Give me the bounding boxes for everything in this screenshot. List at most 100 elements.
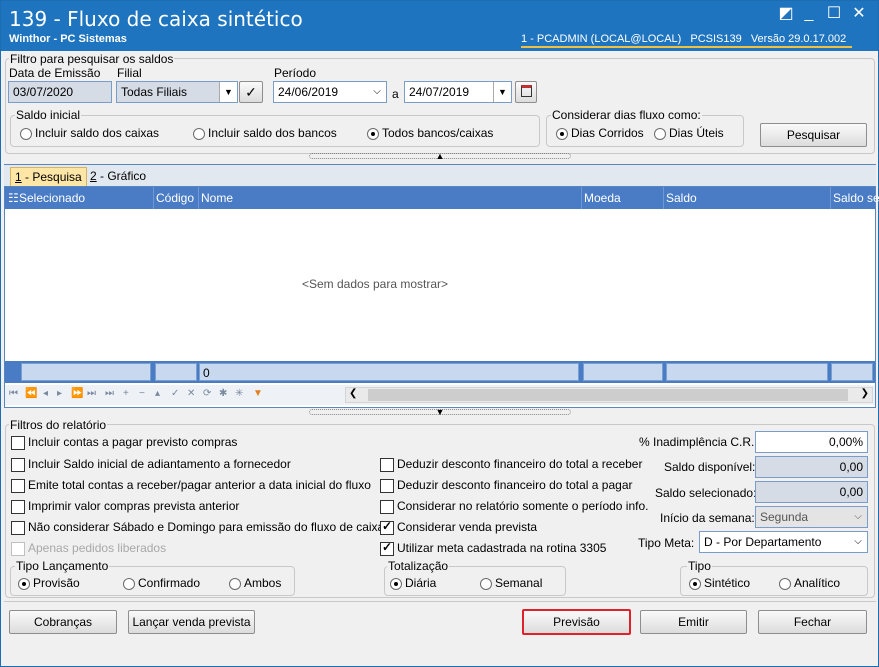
chevron-down-icon[interactable]: ▼ <box>219 82 237 102</box>
forecast-button[interactable]: Previsão <box>522 609 631 635</box>
charges-button[interactable]: Cobranças <box>9 610 117 634</box>
check-print-previous-purchases[interactable]: Imprimir valor compras prevista anterior <box>10 499 239 514</box>
goto-bookmark-icon[interactable]: ✳ <box>235 388 243 399</box>
col-selected[interactable]: Selecionado <box>19 191 85 205</box>
close-icon[interactable]: ✕ <box>849 5 869 23</box>
prev-record-icon[interactable]: ◂ <box>43 388 48 399</box>
tab-search-label: - Pesquisa <box>21 170 82 184</box>
chevron-down-icon[interactable]: ▼ <box>433 408 447 417</box>
tab-bar: 1 - Pesquisa 2 - Gráfico <box>4 164 876 187</box>
results-grid[interactable]: ☷ Selecionado Código Nome Moeda Saldo Sa… <box>4 186 879 408</box>
col-balance[interactable]: Saldo <box>666 191 697 205</box>
check-emit-previous-total[interactable]: Emite total contas a receber/pagar anter… <box>10 478 371 493</box>
launch-type-legend: Tipo Lançamento <box>15 559 110 573</box>
col-name[interactable]: Nome <box>201 191 233 205</box>
check-released-orders-only[interactable]: Apenas pedidos liberados <box>10 541 166 556</box>
goal-type-value: D - Por Departamento <box>704 535 822 549</box>
week-start-select[interactable]: Segunda ⌵ <box>755 506 868 528</box>
goal-type-select[interactable]: D - Por Departamento ⌵ <box>699 531 868 553</box>
radio-provision[interactable]: Provisão <box>16 576 80 590</box>
radio-include-cash[interactable]: Incluir saldo dos caixas <box>18 126 159 140</box>
filter-legend: Filtro para pesquisar os saldos <box>9 52 175 66</box>
scroll-thumb[interactable] <box>368 389 848 401</box>
radio-all-banks-cash[interactable]: Todos bancos/caixas <box>365 126 493 140</box>
col-divider <box>198 187 199 209</box>
first-page-icon[interactable]: ⏮ <box>9 388 18 399</box>
scroll-left-icon[interactable]: ❮ <box>349 388 357 399</box>
radio-weekly[interactable]: Semanal <box>478 576 542 590</box>
available-balance-field[interactable]: 0,00 <box>755 456 868 478</box>
check-ignore-weekends[interactable]: Não considerar Sábado e Domingo para emi… <box>10 520 384 535</box>
edit-icon[interactable]: ▴ <box>155 388 160 399</box>
check-deduct-discount-receive[interactable]: Deduzir desconto financeiro do total a r… <box>379 457 642 472</box>
radio-analytic[interactable]: Analítico <box>777 576 840 590</box>
tab-search[interactable]: 1 - Pesquisa <box>10 167 87 187</box>
col-code[interactable]: Código <box>156 191 194 205</box>
scroll-right-icon[interactable]: ❯ <box>861 388 869 399</box>
radio-confirmed[interactable]: Confirmado <box>121 576 200 590</box>
minimize-icon[interactable]: _ <box>799 5 819 23</box>
radio-both[interactable]: Ambos <box>227 576 281 590</box>
week-start-value: Segunda <box>760 510 809 524</box>
add-icon[interactable]: + <box>123 388 129 399</box>
chevron-down-icon[interactable]: ⌵ <box>849 532 867 552</box>
next-page-icon[interactable]: ⏩ <box>71 388 83 399</box>
prev-page-icon[interactable]: ⏪ <box>25 388 37 399</box>
period-to-field[interactable]: 24/07/2019 ▼ <box>404 81 512 103</box>
radio-business-days[interactable]: Dias Úteis <box>652 126 724 140</box>
close-button[interactable]: Fechar <box>758 610 867 634</box>
emit-button[interactable]: Emitir <box>640 610 747 634</box>
delete-icon[interactable]: − <box>139 388 145 399</box>
launch-forecast-button[interactable]: Lançar venda prevista <box>128 610 255 634</box>
chevron-down-icon[interactable]: ⌵ <box>849 507 867 527</box>
maximize-icon[interactable]: ☐ <box>824 5 844 23</box>
routine-label: PCSIS139 <box>690 33 742 45</box>
title-bar[interactable]: 139 - Fluxo de caixa sintético Winthor -… <box>1 1 878 51</box>
bookmark-icon[interactable]: ✱ <box>219 388 227 399</box>
col-balance-se[interactable]: Saldo se <box>833 191 879 205</box>
col-currency[interactable]: Moeda <box>584 191 621 205</box>
check-include-supplier-advance[interactable]: Incluir Saldo inicial de adiantamento a … <box>10 457 291 472</box>
check-period-only[interactable]: Considerar no relatório somente o períod… <box>379 499 648 514</box>
last-record-icon[interactable]: ⏭ <box>105 388 114 399</box>
column-options-icon[interactable]: ☷ <box>8 191 19 205</box>
horizontal-scrollbar[interactable]: ❮ ❯ <box>345 387 873 403</box>
check-deduct-discount-pay[interactable]: Deduzir desconto financeiro do total a p… <box>379 478 632 493</box>
selected-balance-field[interactable]: 0,00 <box>755 481 868 503</box>
chevron-down-icon[interactable]: ⌵ <box>368 82 386 102</box>
period-from-field[interactable]: 24/06/2019 ⌵ <box>273 81 387 103</box>
footer-count: 0 <box>199 363 579 381</box>
radio-daily[interactable]: Diária <box>388 576 436 590</box>
confirm-branch-button[interactable]: ✓ <box>239 81 263 103</box>
days-legend: Considerar dias fluxo como: <box>551 108 702 122</box>
search-button[interactable]: Pesquisar <box>760 123 867 147</box>
restore-icon[interactable]: ◩ <box>776 5 796 23</box>
goal-type-label: Tipo Meta: <box>638 536 695 550</box>
period-separator: a <box>392 87 399 101</box>
cancel-icon[interactable]: ✕ <box>187 388 195 399</box>
filter-icon[interactable]: ▼ <box>253 388 263 399</box>
main-window: 139 - Fluxo de caixa sintético Winthor -… <box>0 0 879 667</box>
check-use-goal-3305[interactable]: Utilizar meta cadastrada na rotina 3305 <box>379 540 606 556</box>
post-icon[interactable]: ✓ <box>171 388 179 399</box>
version-label: Versão 29.0.17.002 <box>750 33 847 45</box>
calendar-button[interactable] <box>515 81 537 103</box>
check-consider-forecast-sales[interactable]: Considerar venda prevista <box>379 519 537 535</box>
footer-cell <box>583 363 663 381</box>
radio-include-banks[interactable]: Incluir saldo dos bancos <box>191 126 337 140</box>
chevron-up-icon[interactable]: ▲ <box>433 152 447 161</box>
branch-select[interactable]: Todas Filiais ▼ <box>116 81 238 103</box>
next-record-icon[interactable]: ▸ <box>57 388 62 399</box>
totalization-legend: Totalização <box>387 559 450 573</box>
radio-synthetic[interactable]: Sintético <box>687 576 750 590</box>
week-start-label: Início da semana: <box>660 511 755 525</box>
check-include-payables-forecast[interactable]: Incluir contas a pagar previsto compras <box>10 435 237 450</box>
default-rate-field[interactable]: 0,00% <box>755 431 868 453</box>
footer-cell <box>831 363 873 381</box>
tab-chart[interactable]: 2 - Gráfico <box>86 167 150 187</box>
last-page-icon[interactable]: ⏭ <box>87 388 96 399</box>
chevron-down-icon[interactable]: ▼ <box>493 82 511 102</box>
refresh-icon[interactable]: ⟳ <box>203 388 211 399</box>
radio-calendar-days[interactable]: Dias Corridos <box>554 126 644 140</box>
emission-date-field[interactable]: 03/07/2020 <box>8 81 112 103</box>
